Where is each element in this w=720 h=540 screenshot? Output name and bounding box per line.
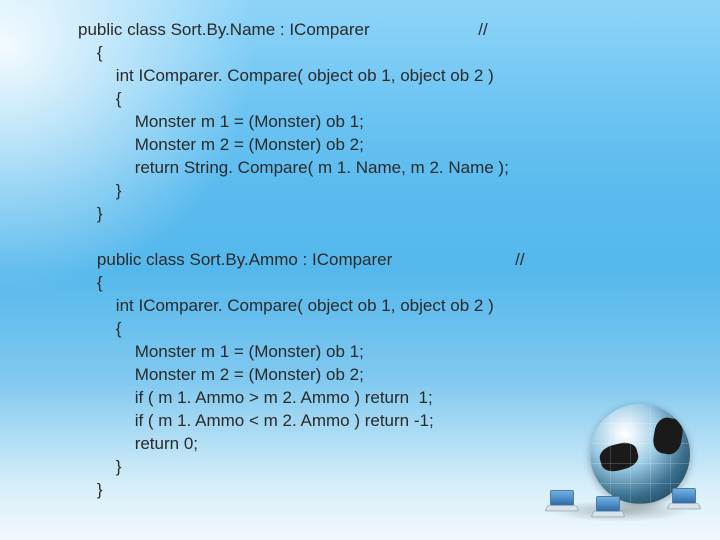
laptop-icon bbox=[668, 488, 698, 510]
code-line: return 0; bbox=[135, 434, 198, 453]
code-line: } bbox=[116, 181, 122, 200]
code-line: } bbox=[97, 204, 103, 223]
comment-marker: // bbox=[478, 20, 487, 39]
comment-marker: // bbox=[515, 250, 524, 269]
code-line: Monster m 1 = (Monster) ob 1; bbox=[135, 342, 364, 361]
code-line: } bbox=[97, 480, 103, 499]
laptop-icon bbox=[546, 490, 576, 512]
code-line: if ( m 1. Ammo > m 2. Ammo ) return 1; bbox=[135, 388, 433, 407]
code-line: if ( m 1. Ammo < m 2. Ammo ) return -1; bbox=[135, 411, 434, 430]
code-line: int IComparer. Compare( object ob 1, obj… bbox=[116, 66, 494, 85]
laptop-icon bbox=[592, 496, 622, 518]
code-line: Monster m 2 = (Monster) ob 2; bbox=[135, 135, 364, 154]
code-line: int IComparer. Compare( object ob 1, obj… bbox=[116, 296, 494, 315]
code-line: { bbox=[116, 89, 122, 108]
code-line: { bbox=[97, 43, 103, 62]
code-line: } bbox=[116, 457, 122, 476]
code-line: return String. Compare( m 1. Name, m 2. … bbox=[135, 158, 509, 177]
code-line: { bbox=[97, 273, 103, 292]
code-line: Monster m 1 = (Monster) ob 1; bbox=[135, 112, 364, 131]
code-line: public class Sort.By.Ammo : IComparer bbox=[97, 250, 392, 269]
globe-graphic bbox=[540, 404, 700, 524]
slide: public class Sort.By.Name : IComparer //… bbox=[0, 0, 720, 540]
code-line: Monster m 2 = (Monster) ob 2; bbox=[135, 365, 364, 384]
code-line: { bbox=[116, 319, 122, 338]
code-line: public class Sort.By.Name : IComparer bbox=[78, 20, 370, 39]
